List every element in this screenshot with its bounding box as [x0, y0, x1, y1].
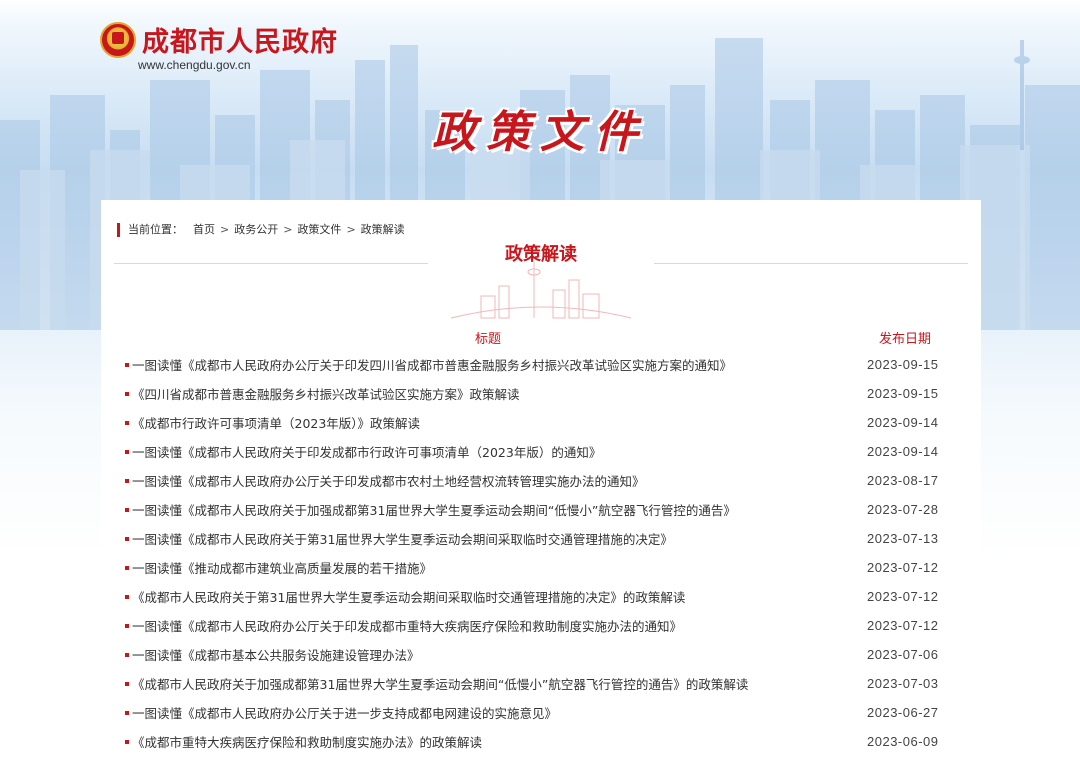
bullet-icon: [125, 739, 129, 744]
bullet-icon: [125, 362, 129, 367]
breadcrumb-gov-affairs[interactable]: 政务公开: [234, 223, 278, 237]
list-item-title-link[interactable]: 一图读懂《成都市基本公共服务设施建设管理办法》: [132, 645, 420, 664]
site-logo[interactable]: 成都市人民政府: [100, 20, 338, 59]
list-item[interactable]: 一图读懂《成都市人民政府关于加强成都第31届世界大学生夏季运动会期间“低慢小”航…: [101, 495, 981, 524]
list-item-title-link[interactable]: 一图读懂《成都市人民政府办公厅关于印发四川省成都市普惠金融服务乡村振兴改革试验区…: [132, 355, 732, 374]
bullet-icon: [125, 652, 129, 657]
list-item-title-link[interactable]: 一图读懂《成都市人民政府关于印发成都市行政许可事项清单（2023年版）的通知》: [132, 442, 601, 461]
list-item[interactable]: 一图读懂《成都市人民政府关于第31届世界大学生夏季运动会期间采取临时交通管理措施…: [101, 524, 981, 553]
list-item-date: 2023-07-13: [867, 531, 939, 546]
list-item[interactable]: 《成都市行政许可事项清单（2023年版）》政策解读 2023-09-14: [101, 408, 981, 437]
list-item[interactable]: 《成都市重特大疾病医疗保险和救助制度实施办法》的政策解读 2023-06-09: [101, 727, 981, 756]
bullet-icon: [125, 478, 129, 483]
bullet-icon: [125, 391, 129, 396]
section-divider-right: [654, 263, 968, 264]
list-item[interactable]: 一图读懂《成都市人民政府办公厅关于进一步支持成都电网建设的实施意见》 2023-0…: [101, 698, 981, 727]
bullet-icon: [125, 420, 129, 425]
list-item-title-link[interactable]: 《成都市行政许可事项清单（2023年版）》政策解读: [132, 413, 420, 432]
content-panel: 当前位置： 首页 > 政务公开 > 政策文件 > 政策解读 政策解读 标题 发布…: [101, 200, 981, 772]
list-item-date: 2023-07-03: [867, 676, 939, 691]
breadcrumb-policy-docs[interactable]: 政策文件: [297, 223, 341, 237]
breadcrumb-current[interactable]: 政策解读: [361, 223, 405, 237]
list-item-date: 2023-07-28: [867, 502, 939, 517]
banner-title: 政策文件: [432, 107, 648, 158]
column-header-date: 发布日期: [879, 332, 932, 347]
list-item-date: 2023-07-12: [867, 589, 939, 604]
list-item-date: 2023-09-14: [867, 444, 939, 459]
national-emblem-icon: [100, 21, 136, 58]
bullet-icon: [125, 565, 129, 570]
list-item-date: 2023-09-15: [867, 357, 939, 372]
list-item[interactable]: 《成都市人民政府关于第31届世界大学生夏季运动会期间采取临时交通管理措施的决定》…: [101, 582, 981, 611]
list-item-title-link[interactable]: 一图读懂《成都市人民政府关于加强成都第31届世界大学生夏季运动会期间“低慢小”航…: [132, 500, 736, 519]
list-item-title-link[interactable]: 一图读懂《推动成都市建筑业高质量发展的若干措施》: [132, 558, 432, 577]
list-item-date: 2023-09-14: [867, 415, 939, 430]
list-item-title-link[interactable]: 一图读懂《成都市人民政府关于第31届世界大学生夏季运动会期间采取临时交通管理措施…: [132, 529, 673, 548]
list-item-date: 2023-07-06: [867, 647, 939, 662]
list-item[interactable]: 一图读懂《成都市人民政府办公厅关于印发成都市农村土地经营权流转管理实施办法的通知…: [101, 466, 981, 495]
site-url: www.chengdu.gov.cn: [138, 58, 251, 72]
list-item[interactable]: 《成都市人民政府关于加强成都第31届世界大学生夏季运动会期间“低慢小”航空器飞行…: [101, 669, 981, 698]
breadcrumb: 当前位置： 首页 > 政务公开 > 政策文件 > 政策解读: [117, 223, 405, 237]
list-item[interactable]: 一图读懂《成都市人民政府办公厅关于印发四川省成都市普惠金融服务乡村振兴改革试验区…: [101, 350, 981, 379]
list-item-date: 2023-09-15: [867, 386, 939, 401]
bullet-icon: [125, 681, 129, 686]
bullet-icon: [125, 623, 129, 628]
list-item-date: 2023-08-17: [867, 473, 939, 488]
list-item-title-link[interactable]: 《成都市人民政府关于加强成都第31届世界大学生夏季运动会期间“低慢小”航空器飞行…: [132, 674, 748, 693]
list-item[interactable]: 《四川省成都市普惠金融服务乡村振兴改革试验区实施方案》政策解读 2023-09-1…: [101, 379, 981, 408]
bullet-icon: [125, 449, 129, 454]
bullet-icon: [125, 536, 129, 541]
bullet-icon: [125, 710, 129, 715]
list-item-title-link[interactable]: 一图读懂《成都市人民政府办公厅关于印发成都市重特大疾病医疗保险和救助制度实施办法…: [132, 616, 682, 635]
list-item-date: 2023-07-12: [867, 618, 939, 633]
list-item-title-link[interactable]: 一图读懂《成都市人民政府办公厅关于进一步支持成都电网建设的实施意见》: [132, 703, 557, 722]
breadcrumb-home[interactable]: 首页: [193, 223, 215, 237]
breadcrumb-separator: >: [283, 223, 293, 236]
bullet-icon: [125, 507, 129, 512]
list-item[interactable]: 一图读懂《成都市人民政府办公厅关于印发成都市重特大疾病医疗保险和救助制度实施办法…: [101, 611, 981, 640]
list-item-title-link[interactable]: 《成都市人民政府关于第31届世界大学生夏季运动会期间采取临时交通管理措施的决定》…: [132, 587, 685, 606]
section-divider-left: [114, 263, 428, 264]
breadcrumb-separator: >: [346, 223, 356, 236]
list-item-title-link[interactable]: 一图读懂《成都市人民政府办公厅关于印发成都市农村土地经营权流转管理实施办法的通知…: [132, 471, 645, 490]
list-item-date: 2023-06-27: [867, 705, 939, 720]
breadcrumb-label: 当前位置：: [128, 223, 183, 236]
list-item[interactable]: 一图读懂《成都市基本公共服务设施建设管理办法》 2023-07-06: [101, 640, 981, 669]
breadcrumb-separator: >: [220, 223, 230, 236]
list-item-date: 2023-07-12: [867, 560, 939, 575]
list-item[interactable]: 一图读懂《成都市人民政府关于印发成都市行政许可事项清单（2023年版）的通知》 2…: [101, 437, 981, 466]
site-name: 成都市人民政府: [142, 27, 338, 58]
section-header-illustration: [450, 262, 632, 319]
section-title: 政策解读: [505, 244, 577, 265]
list-item-title-link[interactable]: 《四川省成都市普惠金融服务乡村振兴改革试验区实施方案》政策解读: [132, 384, 520, 403]
list-item-title-link[interactable]: 《成都市重特大疾病医疗保险和救助制度实施办法》的政策解读: [132, 732, 482, 751]
column-header-title: 标题: [475, 332, 502, 347]
list-item[interactable]: 一图读懂《推动成都市建筑业高质量发展的若干措施》 2023-07-12: [101, 553, 981, 582]
list-item-date: 2023-06-09: [867, 734, 939, 749]
bullet-icon: [125, 594, 129, 599]
